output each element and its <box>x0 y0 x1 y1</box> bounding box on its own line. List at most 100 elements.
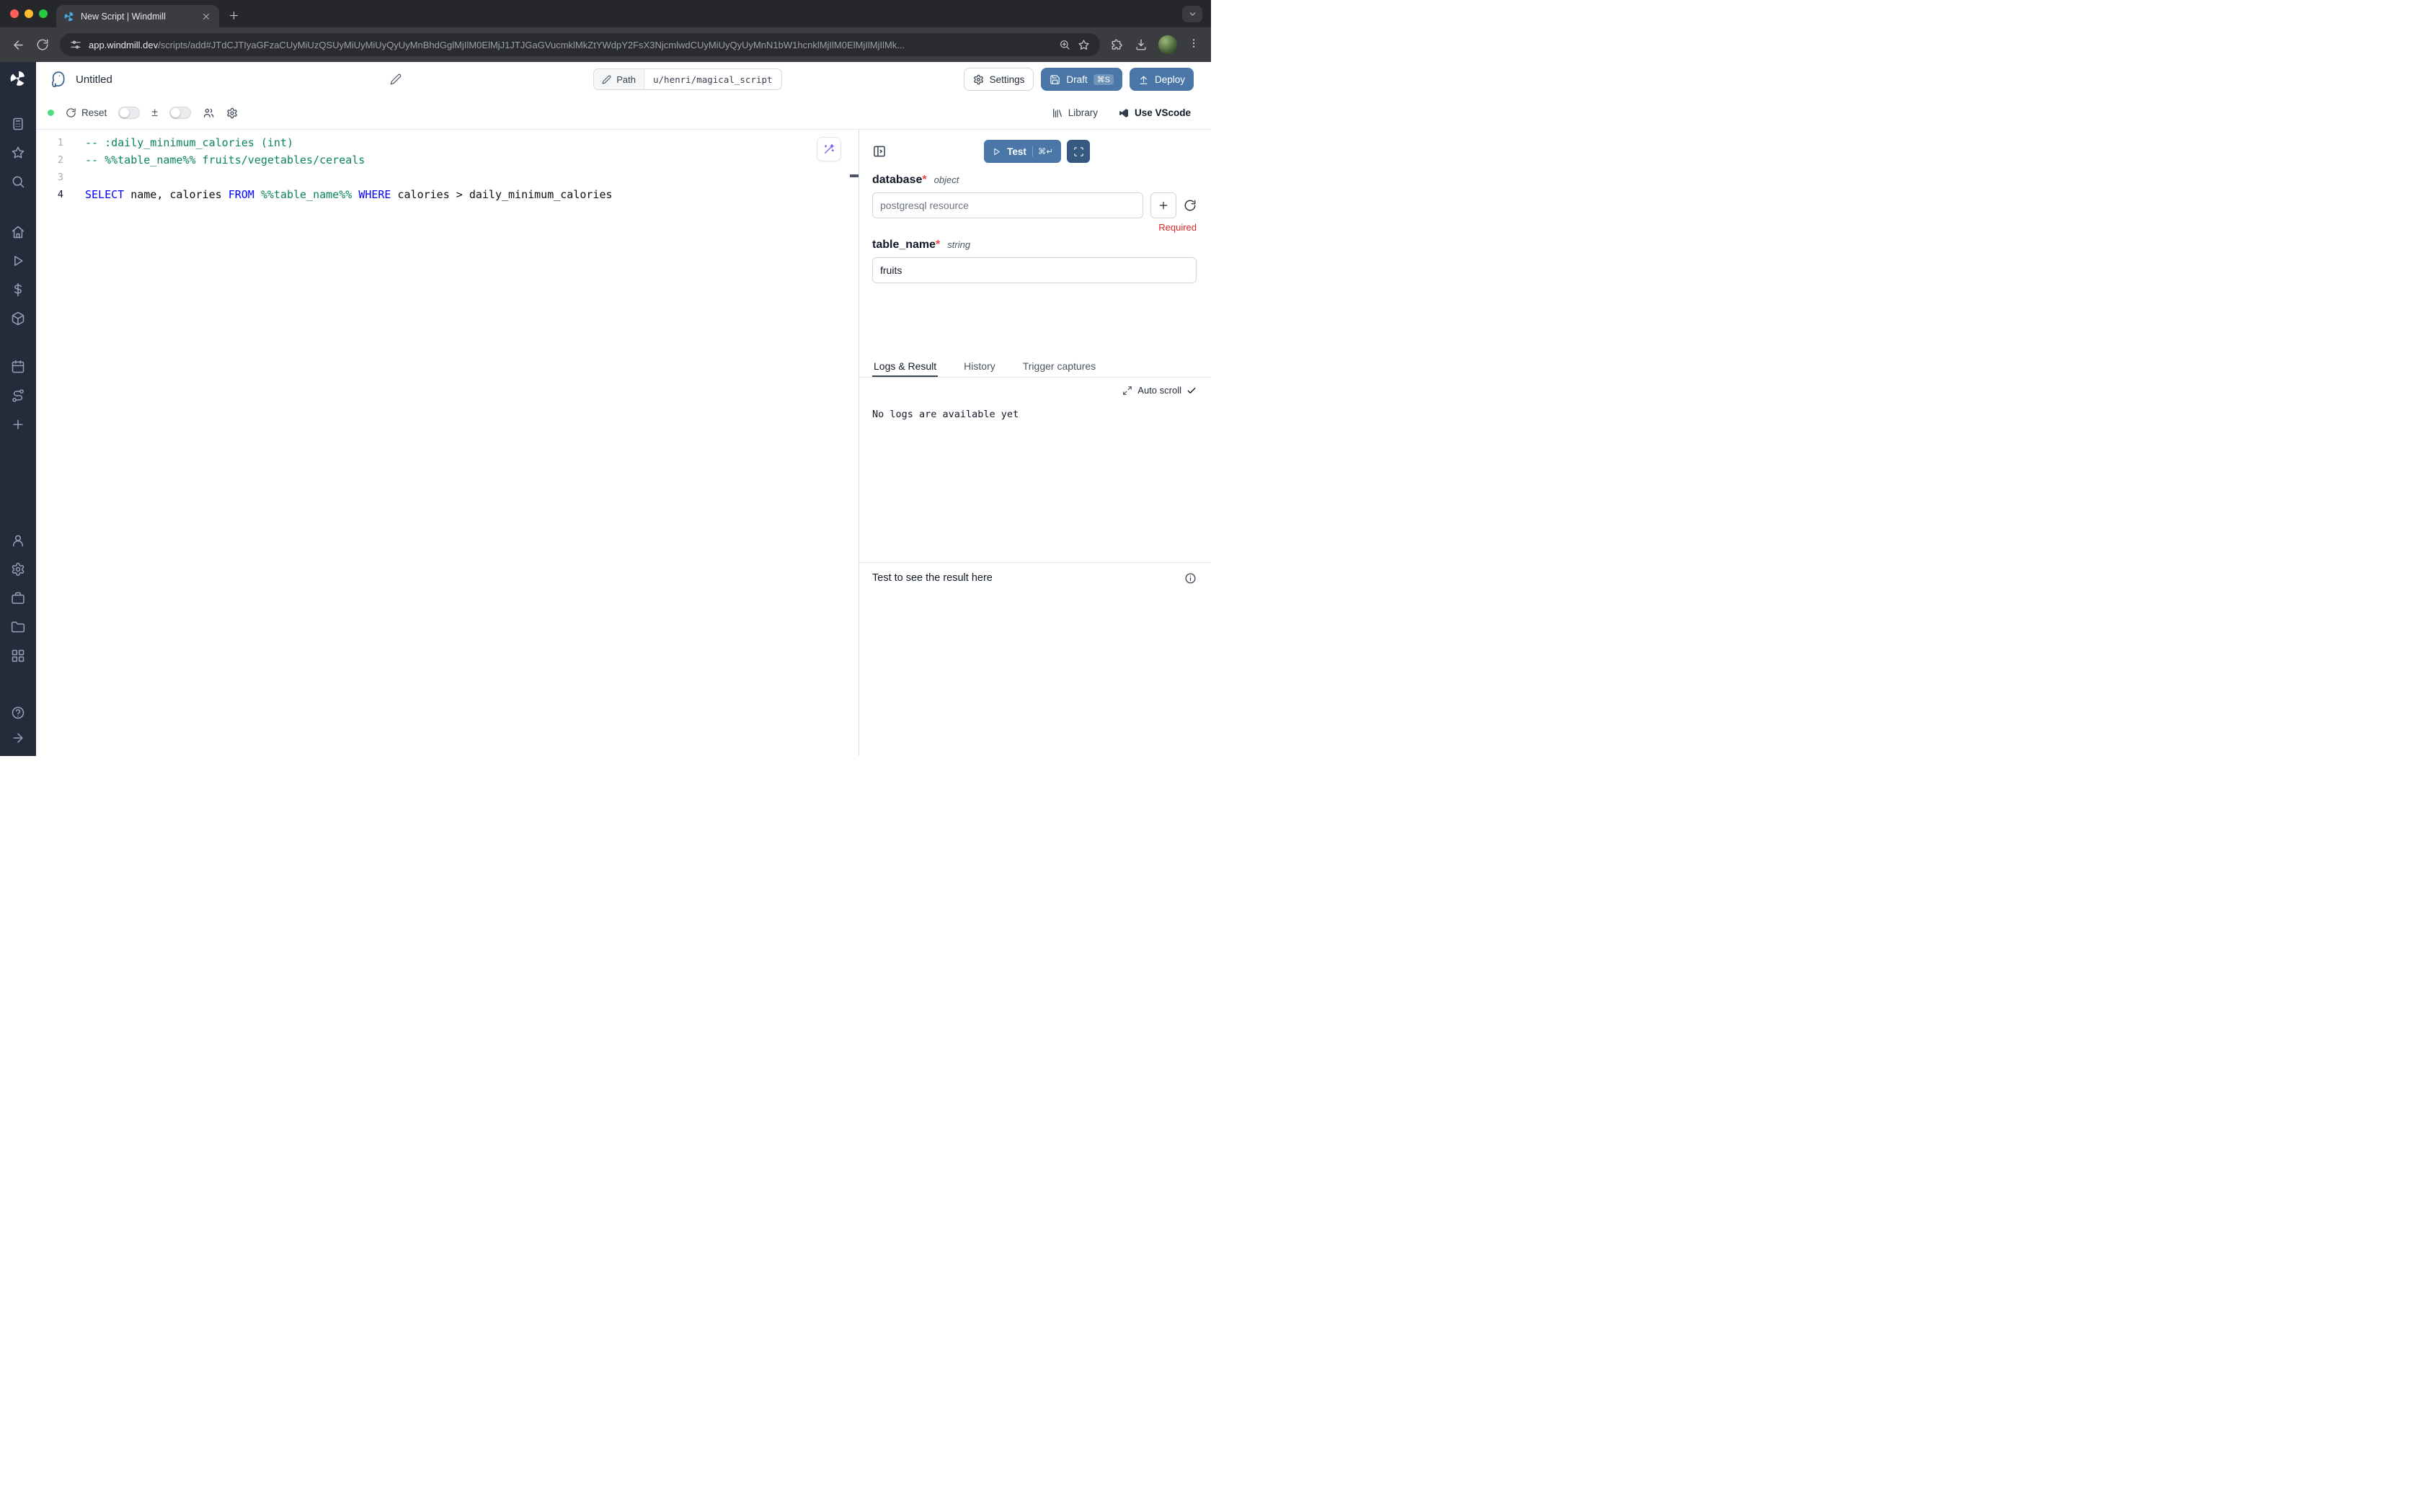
minimize-window-button[interactable] <box>25 9 33 18</box>
reset-button[interactable]: Reset <box>66 107 107 118</box>
test-button[interactable]: Test ⌘↵ <box>984 140 1061 163</box>
field-table-name-label: table_name* <box>872 239 940 252</box>
tab-history[interactable]: History <box>962 355 997 377</box>
tab-trigger-captures[interactable]: Trigger captures <box>1021 355 1097 377</box>
refresh-resources-button[interactable] <box>1184 199 1197 212</box>
user-icon[interactable] <box>11 533 25 548</box>
overview-ruler-mark <box>850 174 859 177</box>
schedules-calendar-icon[interactable] <box>11 360 25 374</box>
field-database-type: object <box>934 174 959 185</box>
refresh-icon <box>1184 199 1197 212</box>
info-icon[interactable] <box>1184 572 1197 584</box>
library-icon <box>1052 107 1063 119</box>
test-fullscreen-button[interactable] <box>1067 140 1090 163</box>
windmill-logo[interactable] <box>9 69 27 88</box>
database-input[interactable] <box>872 192 1143 218</box>
postgresql-icon <box>48 70 67 89</box>
use-vscode-button[interactable]: Use VScode <box>1118 107 1191 119</box>
settings-button[interactable]: Settings <box>964 68 1034 91</box>
zoom-icon[interactable] <box>1059 39 1070 50</box>
toggle-2[interactable] <box>169 107 191 119</box>
traffic-lights <box>10 9 48 18</box>
library-button[interactable]: Library <box>1052 107 1098 119</box>
extensions-puzzle-icon[interactable] <box>1111 38 1124 51</box>
editor-settings-gear-icon[interactable] <box>226 107 238 119</box>
deploy-button[interactable]: Deploy <box>1130 68 1194 91</box>
table-name-input[interactable] <box>872 257 1197 283</box>
path-label: Path <box>616 74 636 85</box>
resources-package-icon[interactable] <box>11 311 25 326</box>
reload-icon[interactable] <box>36 38 49 51</box>
maximize-icon[interactable] <box>1122 386 1132 396</box>
star-icon[interactable] <box>11 146 25 160</box>
path-chip[interactable]: Path u/henri/magical_script <box>593 68 781 90</box>
draft-shortcut: ⌘S <box>1094 74 1114 85</box>
script-header: Untitled Path u/henri/magical_script Set… <box>36 62 1211 97</box>
edit-title-pencil-icon[interactable] <box>390 74 402 85</box>
required-note: Required <box>872 222 1197 233</box>
run-panel: Test ⌘↵ database* object <box>859 130 1211 756</box>
runs-play-icon[interactable] <box>11 254 25 268</box>
folders-icon[interactable] <box>11 620 25 634</box>
diff-plusminus-icon[interactable]: ± <box>151 107 158 120</box>
editor-code[interactable]: -- :daily_minimum_calories (int)-- %%tab… <box>75 134 613 756</box>
browser-menu-kebab-icon[interactable] <box>1188 37 1199 53</box>
url-text: app.windmill.dev/scripts/add#JTdCJTIyaGF… <box>89 40 1052 50</box>
field-database-label: database* <box>872 174 927 187</box>
tab-search-button[interactable] <box>1182 6 1202 22</box>
workers-briefcase-icon[interactable] <box>11 591 25 605</box>
tab-close-icon[interactable] <box>200 11 212 22</box>
browser-toolbar: app.windmill.dev/scripts/add#JTdCJTIyaGF… <box>0 27 1211 62</box>
logs-empty-message: No logs are available yet <box>872 409 1197 420</box>
home-icon[interactable] <box>11 225 25 239</box>
help-icon[interactable] <box>11 706 25 720</box>
variables-dollar-icon[interactable] <box>11 283 25 297</box>
edit-path-pencil-icon <box>602 75 611 84</box>
create-plus-icon[interactable] <box>11 417 25 432</box>
editor-toolbar: Reset ± Library Use VScode <box>36 97 1211 130</box>
address-bar[interactable]: app.windmill.dev/scripts/add#JTdCJTIyaGF… <box>60 33 1100 56</box>
site-settings-icon[interactable] <box>70 39 81 50</box>
result-section: Test to see the result here <box>859 562 1211 756</box>
magic-wand-icon <box>822 143 835 156</box>
panel-left-icon[interactable] <box>872 144 887 159</box>
play-icon <box>992 147 1001 156</box>
new-tab-button[interactable] <box>223 5 244 25</box>
gear-icon <box>973 74 984 85</box>
bookmark-star-icon[interactable] <box>1078 39 1090 51</box>
check-icon[interactable] <box>1186 386 1197 396</box>
scan-expand-icon <box>1073 146 1084 157</box>
field-table-name-type: string <box>947 239 970 250</box>
toggle-1[interactable] <box>118 107 140 119</box>
script-title[interactable]: Untitled <box>76 74 112 86</box>
save-icon <box>1050 74 1060 85</box>
path-value: u/henri/magical_script <box>644 69 781 89</box>
tab-title: New Script | Windmill <box>81 12 195 22</box>
collapse-arrow-icon[interactable] <box>11 731 25 745</box>
browser-tab[interactable]: New Script | Windmill <box>56 5 219 27</box>
search-icon[interactable] <box>11 174 25 189</box>
code-editor[interactable]: 1234 -- :daily_minimum_calories (int)-- … <box>36 130 859 756</box>
calculator-icon[interactable] <box>11 117 25 131</box>
close-window-button[interactable] <box>10 9 19 18</box>
downloads-icon[interactable] <box>1135 38 1148 51</box>
groups-grid-icon[interactable] <box>11 649 25 663</box>
panel-tabs: Logs & Result History Trigger captures <box>859 355 1211 378</box>
status-dot <box>48 110 54 116</box>
plus-icon <box>1158 200 1169 211</box>
ai-assist-button[interactable] <box>817 137 841 161</box>
result-placeholder: Test to see the result here <box>872 572 993 584</box>
triggers-route-icon[interactable] <box>11 388 25 403</box>
collaborators-users-icon[interactable] <box>203 107 215 119</box>
back-icon[interactable] <box>12 38 25 52</box>
test-shortcut: ⌘↵ <box>1032 146 1053 156</box>
profile-avatar[interactable] <box>1158 35 1177 54</box>
vscode-icon <box>1118 107 1130 119</box>
zoom-window-button[interactable] <box>39 9 48 18</box>
tab-logs-result[interactable]: Logs & Result <box>872 355 938 377</box>
browser-tabstrip: New Script | Windmill <box>0 0 1211 27</box>
settings-gear-icon[interactable] <box>11 562 25 577</box>
logs-section: Auto scroll No logs are available yet <box>859 378 1211 562</box>
draft-button[interactable]: Draft ⌘S <box>1041 68 1122 91</box>
add-resource-button[interactable] <box>1150 192 1176 218</box>
